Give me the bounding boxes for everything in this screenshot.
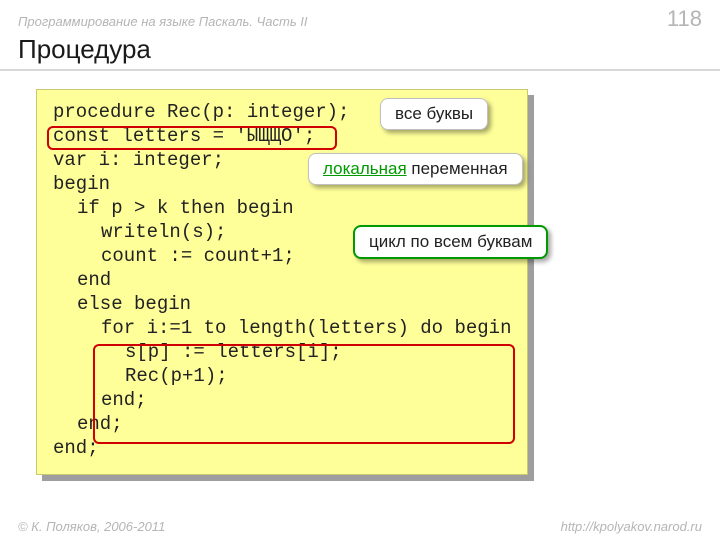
code-area: procedure Rec(p: integer); const letters… <box>36 89 528 475</box>
callout-local-variable: локальная переменная <box>308 153 523 185</box>
callout-text-highlight: локальная <box>323 159 407 178</box>
code-line: else begin <box>53 292 511 316</box>
code-line: for i:=1 to length(letters) do begin <box>53 316 511 340</box>
callout-text: цикл по всем буквам <box>369 232 532 251</box>
callout-text: все буквы <box>395 104 473 123</box>
callout-all-letters: все буквы <box>380 98 488 130</box>
page-number: 118 <box>667 6 702 32</box>
title-divider <box>0 69 720 71</box>
highlight-for-box <box>93 344 515 444</box>
header-bar: Программирование на языке Паскаль. Часть… <box>0 0 720 32</box>
footer: © К. Поляков, 2006-2011 http://kpolyakov… <box>0 519 720 534</box>
copyright: © К. Поляков, 2006-2011 <box>18 519 165 534</box>
code-line: if p > k then begin <box>53 196 511 220</box>
callout-text: переменная <box>407 159 508 178</box>
callout-loop: цикл по всем буквам <box>353 225 548 259</box>
footer-url: http://kpolyakov.narod.ru <box>561 519 702 534</box>
course-name: Программирование на языке Паскаль. Часть… <box>18 14 308 29</box>
code-block: procedure Rec(p: integer); const letters… <box>36 89 528 475</box>
code-line: end <box>53 268 511 292</box>
highlight-const-box <box>47 126 337 150</box>
page-title: Процедура <box>0 32 720 69</box>
